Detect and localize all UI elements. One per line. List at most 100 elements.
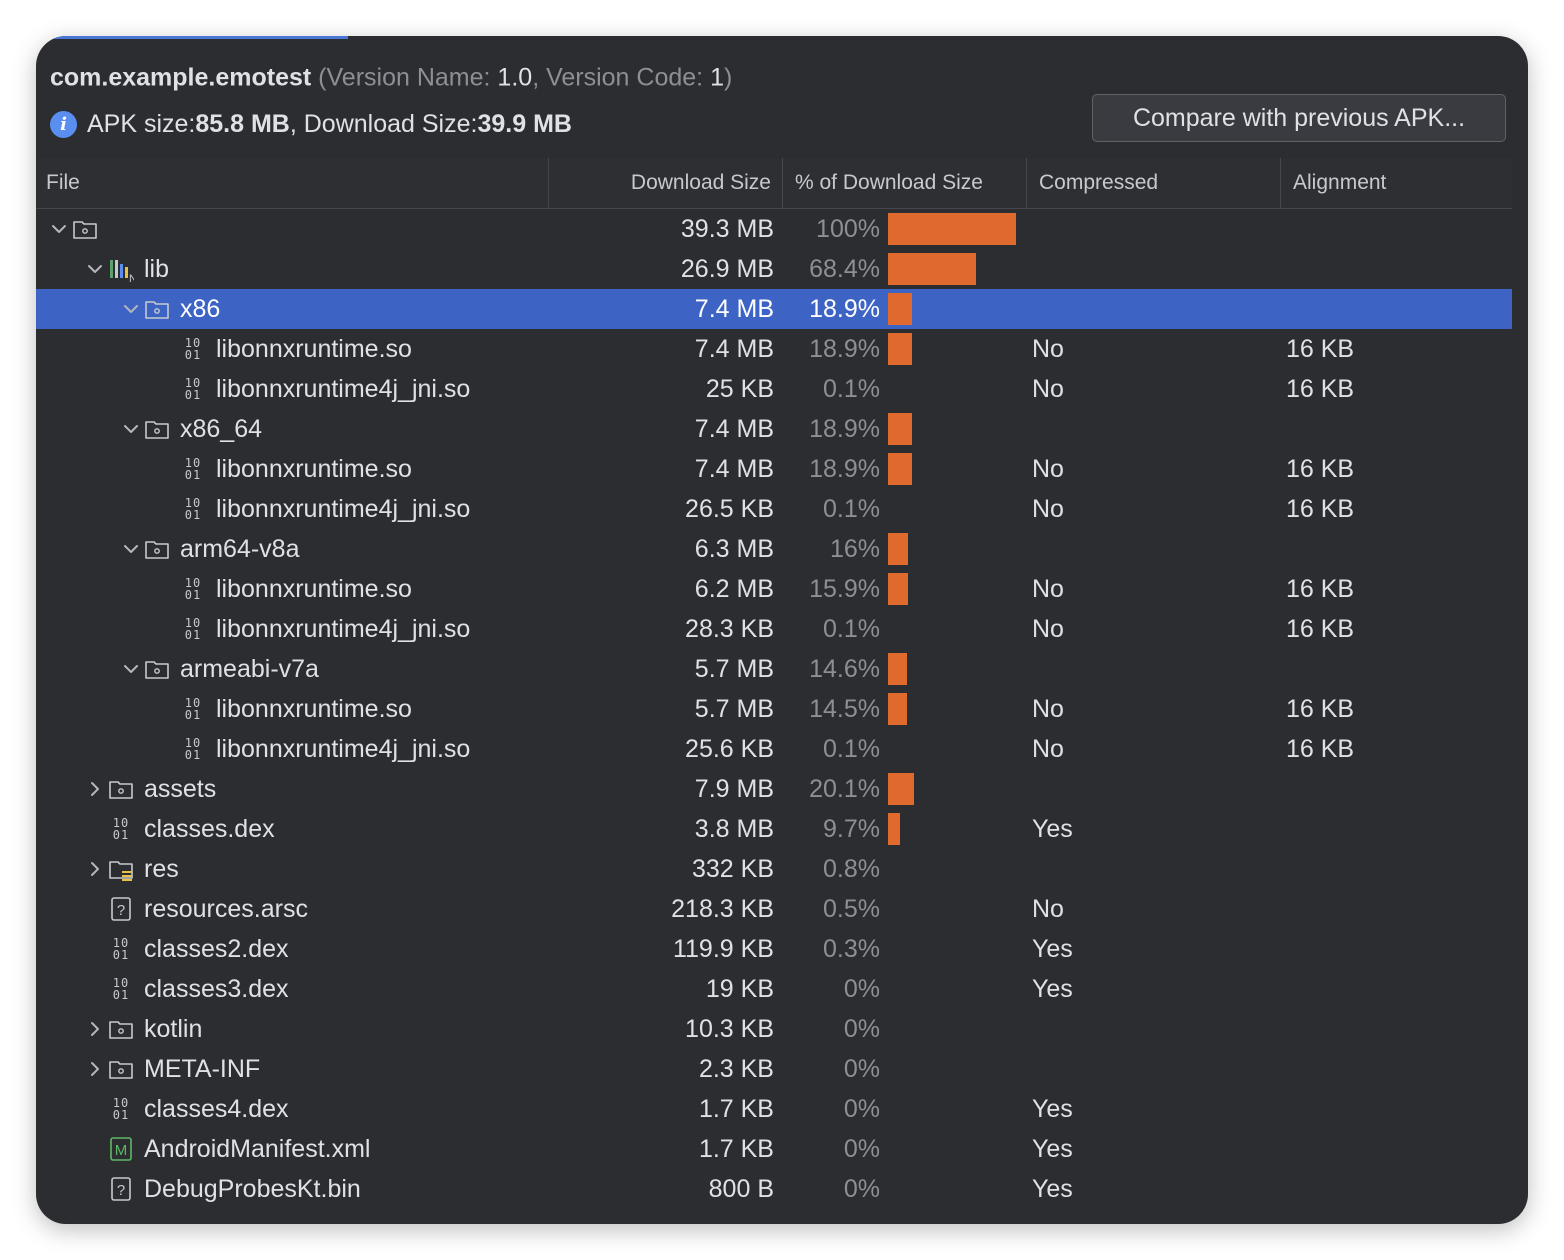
file-name-cell: assets [82, 769, 216, 809]
download-percent: 0.1% [823, 374, 880, 403]
chevron-spacer [82, 929, 108, 969]
file-name: classes.dex [144, 814, 275, 843]
size-bar [888, 413, 912, 445]
file-name: resources.arsc [144, 894, 308, 923]
download-percent: 0% [843, 1134, 880, 1163]
active-tab-indicator [36, 36, 348, 39]
table-row[interactable]: 10 01 classes.dex 3.8 MB 9.7% Yes [36, 809, 1512, 849]
download-percent: 14.6% [809, 654, 880, 683]
table-row[interactable]: ? resources.arsc 218.3 KB 0.5% No [36, 889, 1512, 929]
size-bar [888, 253, 976, 285]
download-size: 7.9 MB [694, 774, 774, 803]
unknown-file-icon: ? [108, 1176, 134, 1202]
table-row[interactable]: 10 01 libonnxruntime.so 5.7 MB 14.5% No 16 KB [36, 689, 1512, 729]
chevron-spacer [154, 489, 180, 529]
table-row[interactable]: 10 01 libonnxruntime.so 6.2 MB 15.9% No 16 KB [36, 569, 1512, 609]
table-row[interactable]: ? DebugProbesKt.bin 800 B 0% Yes [36, 1169, 1512, 1209]
chevron-right-icon[interactable] [82, 849, 108, 889]
svg-text:?: ? [117, 902, 125, 919]
file-name: libonnxruntime4j_jni.so [216, 494, 471, 523]
file-name: assets [144, 774, 217, 803]
table-row[interactable]: armeabi-v7a 5.7 MB 14.6% [36, 649, 1512, 689]
size-bar [888, 653, 907, 685]
chevron-down-icon[interactable] [118, 289, 144, 329]
file-name: libonnxruntime.so [216, 574, 412, 603]
size-bar [888, 813, 900, 845]
chevron-right-icon[interactable] [82, 769, 108, 809]
table-row[interactable]: 10 01 libonnxruntime.so 7.4 MB 18.9% No 16 KB [36, 449, 1512, 489]
table-header: File Download Size % of Download Size Co… [36, 158, 1512, 209]
table-row[interactable]: 10 01 classes4.dex 1.7 KB 0% Yes [36, 1089, 1512, 1129]
alignment-value: 16 KB [1286, 734, 1355, 763]
download-size: 19 KB [705, 974, 774, 1003]
size-bar-cell [888, 1129, 1028, 1169]
folder-icon [108, 776, 134, 802]
file-table: File Download Size % of Download Size Co… [36, 158, 1512, 1224]
chevron-down-icon[interactable] [118, 529, 144, 569]
download-size: 332 KB [691, 854, 774, 883]
table-row[interactable]: 10 01 libonnxruntime4j_jni.so 25.6 KB 0.1% No… [36, 729, 1512, 769]
table-row[interactable]: 10 01 classes3.dex 19 KB 0% Yes [36, 969, 1512, 1009]
table-row[interactable]: res 332 KB 0.8% [36, 849, 1512, 889]
file-name-cell: 10 01 libonnxruntime4j_jni.so [154, 489, 471, 529]
table-row[interactable]: 10 01 libonnxruntime4j_jni.so 26.5 KB 0.1% No… [36, 489, 1512, 529]
compressed-value: No [1032, 734, 1064, 763]
table-row[interactable]: kotlin 10.3 KB 0% [36, 1009, 1512, 1049]
size-bar-cell [888, 289, 1028, 329]
column-alignment[interactable]: Alignment [1280, 158, 1512, 208]
binary-file-icon: 10 01 [184, 336, 202, 362]
column-percent[interactable]: % of Download Size [782, 158, 1027, 208]
table-row[interactable]: Nlib 26.9 MB 68.4% [36, 249, 1512, 289]
chevron-down-icon[interactable] [118, 409, 144, 449]
size-bar-cell [888, 649, 1028, 689]
download-percent: 0% [843, 1054, 880, 1083]
file-name-cell: Nlib [82, 249, 169, 289]
compressed-value: Yes [1032, 1134, 1073, 1163]
download-size: 5.7 MB [694, 654, 774, 683]
size-bar [888, 533, 908, 565]
size-bar [888, 293, 912, 325]
table-row[interactable]: x86_64 7.4 MB 18.9% [36, 409, 1512, 449]
download-size: 6.2 MB [694, 574, 774, 603]
chevron-right-icon[interactable] [82, 1049, 108, 1089]
chevron-down-icon[interactable] [118, 649, 144, 689]
file-name: libonnxruntime4j_jni.so [216, 614, 471, 643]
table-row[interactable]: 10 01 libonnxruntime4j_jni.so 28.3 KB 0.1% No… [36, 609, 1512, 649]
svg-text:?: ? [117, 1182, 125, 1199]
file-name-cell: 10 01 libonnxruntime4j_jni.so [154, 369, 471, 409]
file-name-cell: M AndroidManifest.xml [82, 1129, 370, 1169]
table-row[interactable]: M AndroidManifest.xml 1.7 KB 0% Yes [36, 1129, 1512, 1169]
table-row[interactable]: x86 7.4 MB 18.9% [36, 289, 1512, 329]
column-file[interactable]: File [46, 158, 546, 208]
table-row[interactable]: 10 01 classes2.dex 119.9 KB 0.3% Yes [36, 929, 1512, 969]
chevron-down-icon[interactable] [46, 209, 72, 249]
svg-text:N: N [129, 273, 134, 282]
download-size: 5.7 MB [694, 694, 774, 723]
download-percent: 0% [843, 974, 880, 1003]
table-row[interactable]: META-INF 2.3 KB 0% [36, 1049, 1512, 1089]
download-percent: 18.9% [809, 294, 880, 323]
chevron-right-icon[interactable] [82, 1009, 108, 1049]
compressed-value: No [1032, 454, 1064, 483]
file-name: lib [144, 254, 170, 283]
download-size: 39.3 MB [680, 214, 774, 243]
size-bar-cell [888, 209, 1028, 249]
table-row[interactable]: assets 7.9 MB 20.1% [36, 769, 1512, 809]
version-prefix: (Version Name: [318, 63, 498, 92]
table-row[interactable]: arm64-v8a 6.3 MB 16% [36, 529, 1512, 569]
table-row[interactable]: 10 01 libonnxruntime.so 7.4 MB 18.9% No 16 KB [36, 329, 1512, 369]
folder-icon [144, 416, 170, 442]
table-row[interactable]: 10 01 libonnxruntime4j_jni.so 25 KB 0.1% No 16… [36, 369, 1512, 409]
file-name: x86_64 [180, 414, 263, 443]
compare-apk-button[interactable]: Compare with previous APK... [1092, 94, 1506, 142]
size-bar [888, 213, 1016, 245]
download-percent: 0.1% [823, 734, 880, 763]
chevron-down-icon[interactable] [82, 249, 108, 289]
download-percent: 0.1% [823, 494, 880, 523]
size-bar-cell [888, 1009, 1028, 1049]
column-download-size[interactable]: Download Size [548, 158, 771, 208]
table-row[interactable]: 39.3 MB 100% [36, 209, 1512, 249]
binary-file-icon: 10 01 [184, 456, 202, 482]
column-compressed[interactable]: Compressed [1026, 158, 1271, 208]
file-name-cell: 10 01 classes3.dex [82, 969, 289, 1009]
